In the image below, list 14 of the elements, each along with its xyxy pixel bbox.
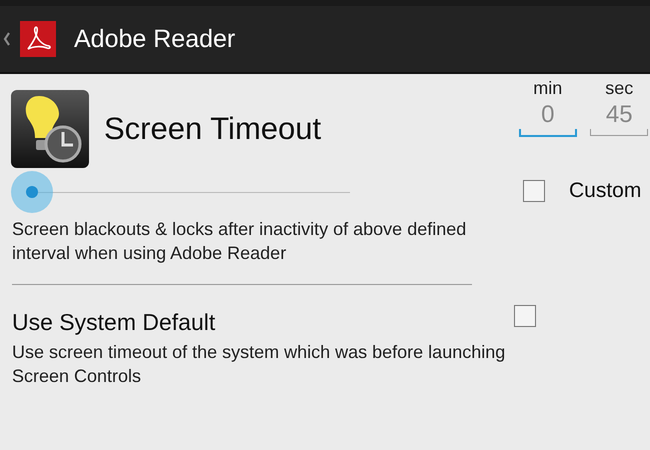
back-chevron-icon[interactable] <box>3 31 11 47</box>
slider-thumb[interactable] <box>11 171 53 213</box>
option-title: Use System Default <box>12 309 216 336</box>
checkbox[interactable] <box>523 180 545 202</box>
description: Screen blackouts & locks after inactivity of above defined interval when using Adobe Reader <box>11 218 468 265</box>
section-title: Screen Timeout <box>104 111 322 147</box>
app-title: Adobe Reader <box>74 24 236 54</box>
pdf-logo-icon[interactable] <box>20 21 56 57</box>
option-description: Use screen timeout of the system which was before launching Screen Controls <box>12 341 506 388</box>
checkbox-label: Custom <box>569 178 642 202</box>
field-label: sec <box>605 78 634 99</box>
lightbulb-clock-icon <box>11 90 89 168</box>
field-label: min <box>533 78 562 99</box>
checkbox[interactable] <box>514 305 536 327</box>
